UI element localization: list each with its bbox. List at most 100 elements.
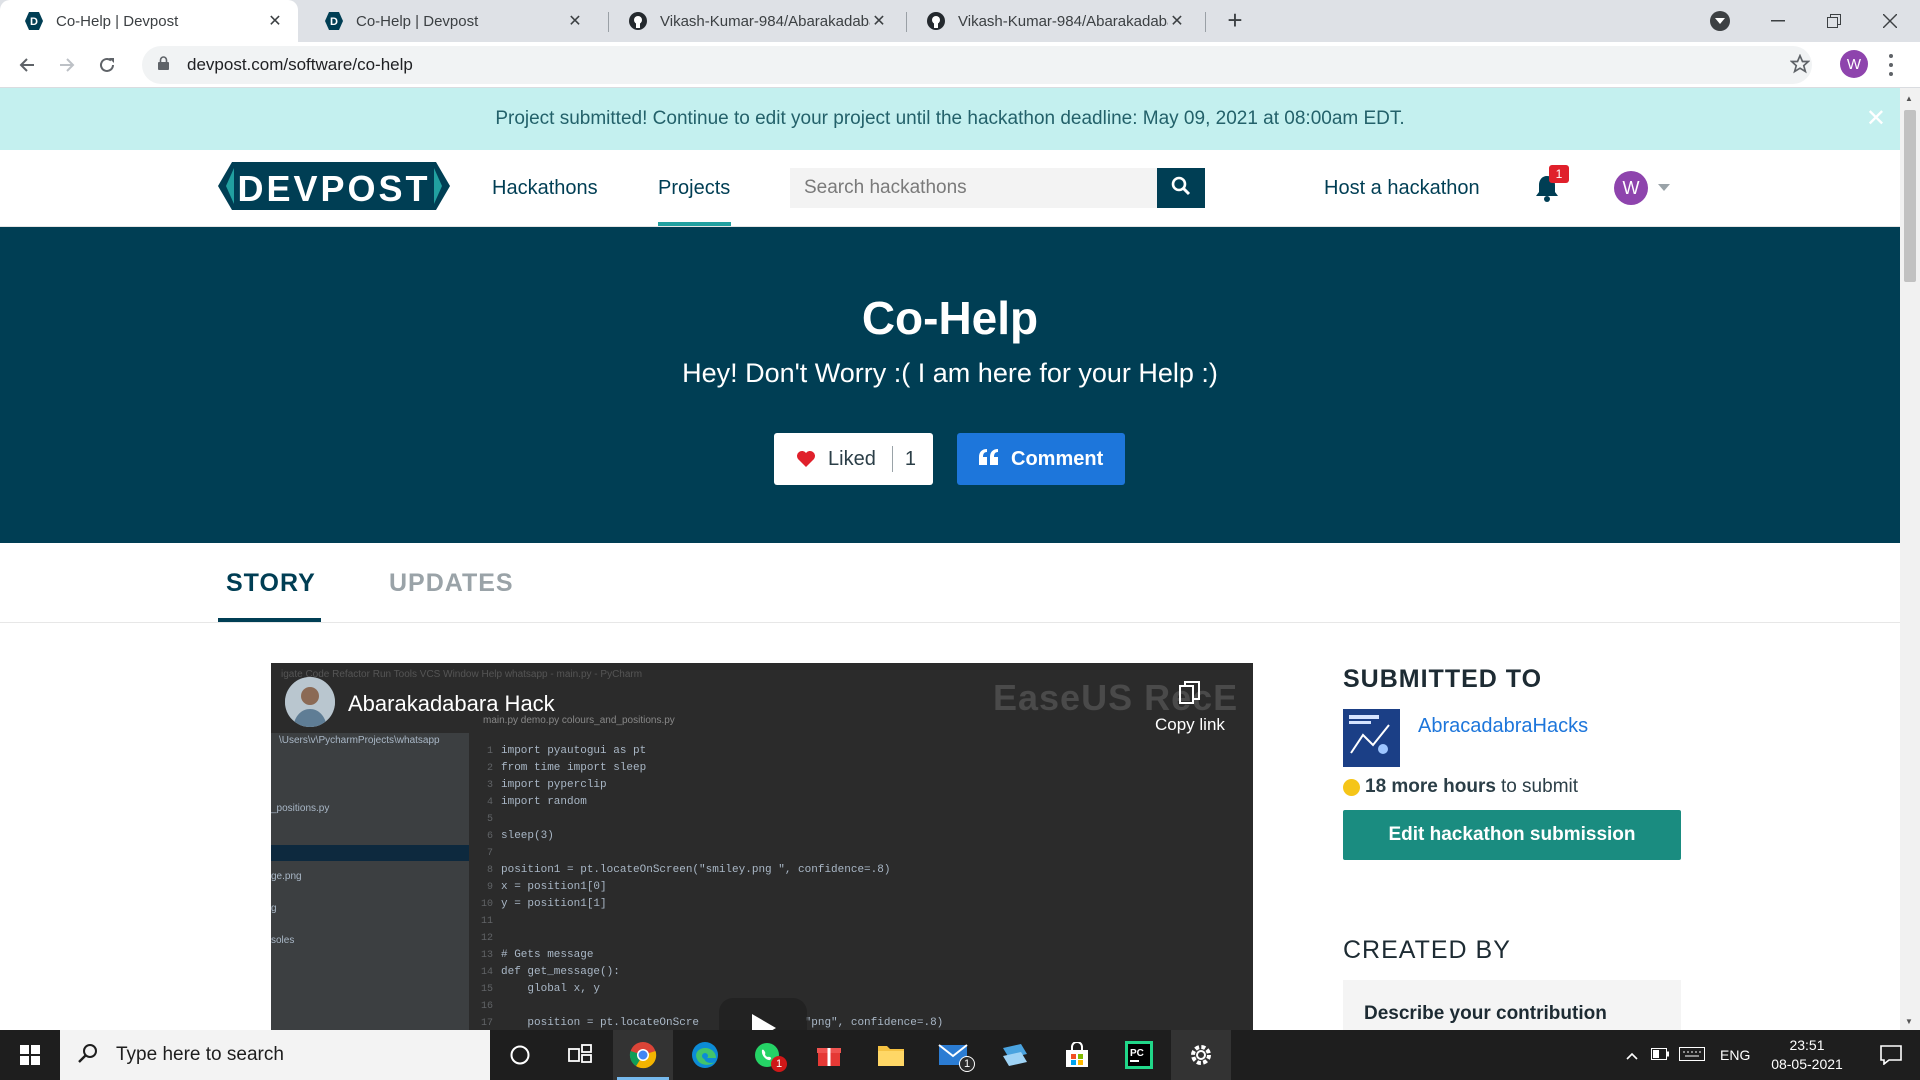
system-tray: ENG: [1618, 1030, 1750, 1080]
windows-start-icon[interactable]: [0, 1030, 60, 1080]
file-explorer-icon[interactable]: [861, 1030, 921, 1080]
devpost-icon: D: [24, 11, 44, 31]
taskbar-clock[interactable]: 23:51 08-05-2021: [1766, 1036, 1848, 1074]
tab-search-icon[interactable]: [1710, 11, 1730, 31]
video-ide-file: ge.png: [271, 871, 302, 882]
copy-link-label[interactable]: Copy link: [1155, 715, 1225, 735]
tab-close-icon[interactable]: ✕: [566, 11, 584, 31]
search-button[interactable]: [1157, 168, 1205, 208]
like-button[interactable]: Liked 1: [774, 433, 933, 485]
address-bar[interactable]: devpost.com/software/co-help: [142, 46, 1812, 84]
new-tab-icon[interactable]: +: [1220, 6, 1250, 36]
github-icon: [628, 11, 648, 31]
video-title[interactable]: Abarakadabara Hack: [348, 691, 555, 717]
close-icon[interactable]: ✕: [1866, 104, 1886, 133]
host-hackathon-link[interactable]: Host a hackathon: [1324, 177, 1480, 200]
comment-button[interactable]: Comment: [957, 433, 1125, 485]
video-code: import pyautogui as pt from time import …: [501, 745, 944, 1029]
video-ide-path: \Users\v\PycharmProjects\whatsapp: [279, 735, 440, 746]
project-title: Co-Help: [861, 292, 1039, 344]
browser-menu-icon[interactable]: [1886, 52, 1896, 78]
submission-banner: Project submitted! Continue to edit your…: [0, 88, 1900, 150]
whatsapp-icon[interactable]: 1: [737, 1030, 797, 1080]
whatsapp-badge: 1: [771, 1056, 787, 1072]
heart-icon: [796, 450, 816, 468]
back-icon[interactable]: [12, 50, 42, 80]
svg-text:D: D: [30, 16, 38, 28]
video-ide-file: soles: [271, 935, 295, 946]
notification-center-icon[interactable]: [1862, 1030, 1920, 1080]
banner-message: Project submitted! Continue to edit your…: [495, 108, 1405, 129]
clock-icon: [1343, 778, 1360, 796]
edit-submission-button[interactable]: Edit hackathon submission: [1343, 810, 1681, 860]
chevron-down-icon[interactable]: [1658, 184, 1670, 191]
chrome-icon[interactable]: [613, 1030, 673, 1080]
browser-profile-avatar[interactable]: W: [1840, 50, 1868, 78]
edge-icon[interactable]: [675, 1030, 735, 1080]
nav-active-indicator: [658, 222, 731, 226]
restore-icon[interactable]: [1806, 0, 1862, 42]
tab-updates[interactable]: UPDATES: [389, 569, 514, 598]
taskbar-search[interactable]: Type here to search: [60, 1030, 490, 1080]
browser-tab-4[interactable]: Vikash-Kumar-984/Abarakadaba ✕: [902, 0, 1200, 42]
created-by-heading: CREATED BY: [1343, 936, 1511, 964]
reload-icon[interactable]: [92, 50, 122, 80]
battery-icon[interactable]: [1646, 1047, 1674, 1063]
channel-avatar[interactable]: [285, 677, 335, 727]
minimize-icon[interactable]: [1750, 0, 1806, 42]
describe-contribution-link[interactable]: Describe your contribution: [1343, 980, 1681, 1030]
mail-icon[interactable]: 1: [923, 1030, 983, 1080]
tab-title: Co-Help | Devpost: [356, 12, 479, 30]
search-icon: [1171, 176, 1191, 201]
scroll-up-icon[interactable]: ▲: [1905, 94, 1913, 103]
video-player[interactable]: igate Code Refactor Run Tools VCS Window…: [271, 663, 1253, 1030]
site-header: DEVPOST Hackathons Projects Host a hacka…: [0, 150, 1900, 227]
taskbar-search-placeholder: Type here to search: [116, 1044, 284, 1065]
search-input[interactable]: [790, 168, 1157, 208]
svg-text:D: D: [330, 16, 338, 28]
video-ide-selection: [271, 845, 469, 861]
hackathon-thumbnail[interactable]: [1343, 709, 1400, 767]
cortana-icon[interactable]: [490, 1030, 550, 1080]
subtab-active-indicator: [218, 618, 321, 622]
tab-separator: [1205, 12, 1206, 32]
devpost-icon: D: [324, 11, 344, 31]
clock-date: 08-05-2021: [1771, 1056, 1843, 1072]
task-view-icon[interactable]: [550, 1030, 610, 1080]
hours-suffix: to submit: [1500, 776, 1579, 797]
keyboard-icon[interactable]: [1674, 1046, 1710, 1064]
gift-icon[interactable]: [799, 1030, 859, 1080]
copy-icon[interactable]: [1179, 681, 1201, 705]
close-window-icon[interactable]: [1862, 0, 1918, 42]
app-icon[interactable]: [985, 1030, 1045, 1080]
browser-tab-1[interactable]: D Co-Help | Devpost ✕: [0, 0, 298, 42]
tab-close-icon[interactable]: ✕: [1168, 11, 1186, 31]
tray-chevron-up-icon[interactable]: [1618, 1047, 1646, 1063]
tab-story[interactable]: STORY: [226, 569, 316, 598]
user-avatar[interactable]: W: [1614, 171, 1648, 205]
tab-close-icon[interactable]: ✕: [266, 11, 284, 31]
forward-icon[interactable]: [52, 50, 82, 80]
settings-gear-icon[interactable]: [1171, 1030, 1231, 1080]
hackathon-link[interactable]: AbracadabraHacks: [1418, 715, 1588, 738]
submitted-to-heading: SUBMITTED TO: [1343, 665, 1543, 693]
nav-hackathons[interactable]: Hackathons: [492, 177, 598, 200]
browser-tab-3[interactable]: Vikash-Kumar-984/Abarakadaba ✕: [604, 0, 902, 42]
play-icon: [752, 1014, 776, 1030]
language-indicator[interactable]: ENG: [1720, 1047, 1750, 1063]
store-icon[interactable]: [1047, 1030, 1107, 1080]
tab-close-icon[interactable]: ✕: [870, 11, 888, 31]
bookmark-star-icon[interactable]: [1789, 53, 1811, 79]
devpost-logo[interactable]: DEVPOST: [218, 162, 450, 210]
play-button[interactable]: [719, 998, 807, 1030]
clock-time: 23:51: [1789, 1037, 1825, 1053]
nav-projects[interactable]: Projects: [658, 177, 730, 200]
scrollbar-thumb[interactable]: [1904, 110, 1916, 282]
browser-tab-bar: D Co-Help | Devpost ✕ D Co-Help | Devpos…: [0, 0, 1920, 42]
page-scrollbar[interactable]: ▲ ▼: [1900, 88, 1920, 1030]
pycharm-icon[interactable]: PC: [1109, 1030, 1169, 1080]
scroll-down-icon[interactable]: ▼: [1905, 1017, 1913, 1026]
notification-badge: 1: [1549, 165, 1569, 183]
tab-title: Co-Help | Devpost: [56, 12, 179, 30]
browser-tab-2[interactable]: D Co-Help | Devpost ✕: [300, 0, 598, 42]
